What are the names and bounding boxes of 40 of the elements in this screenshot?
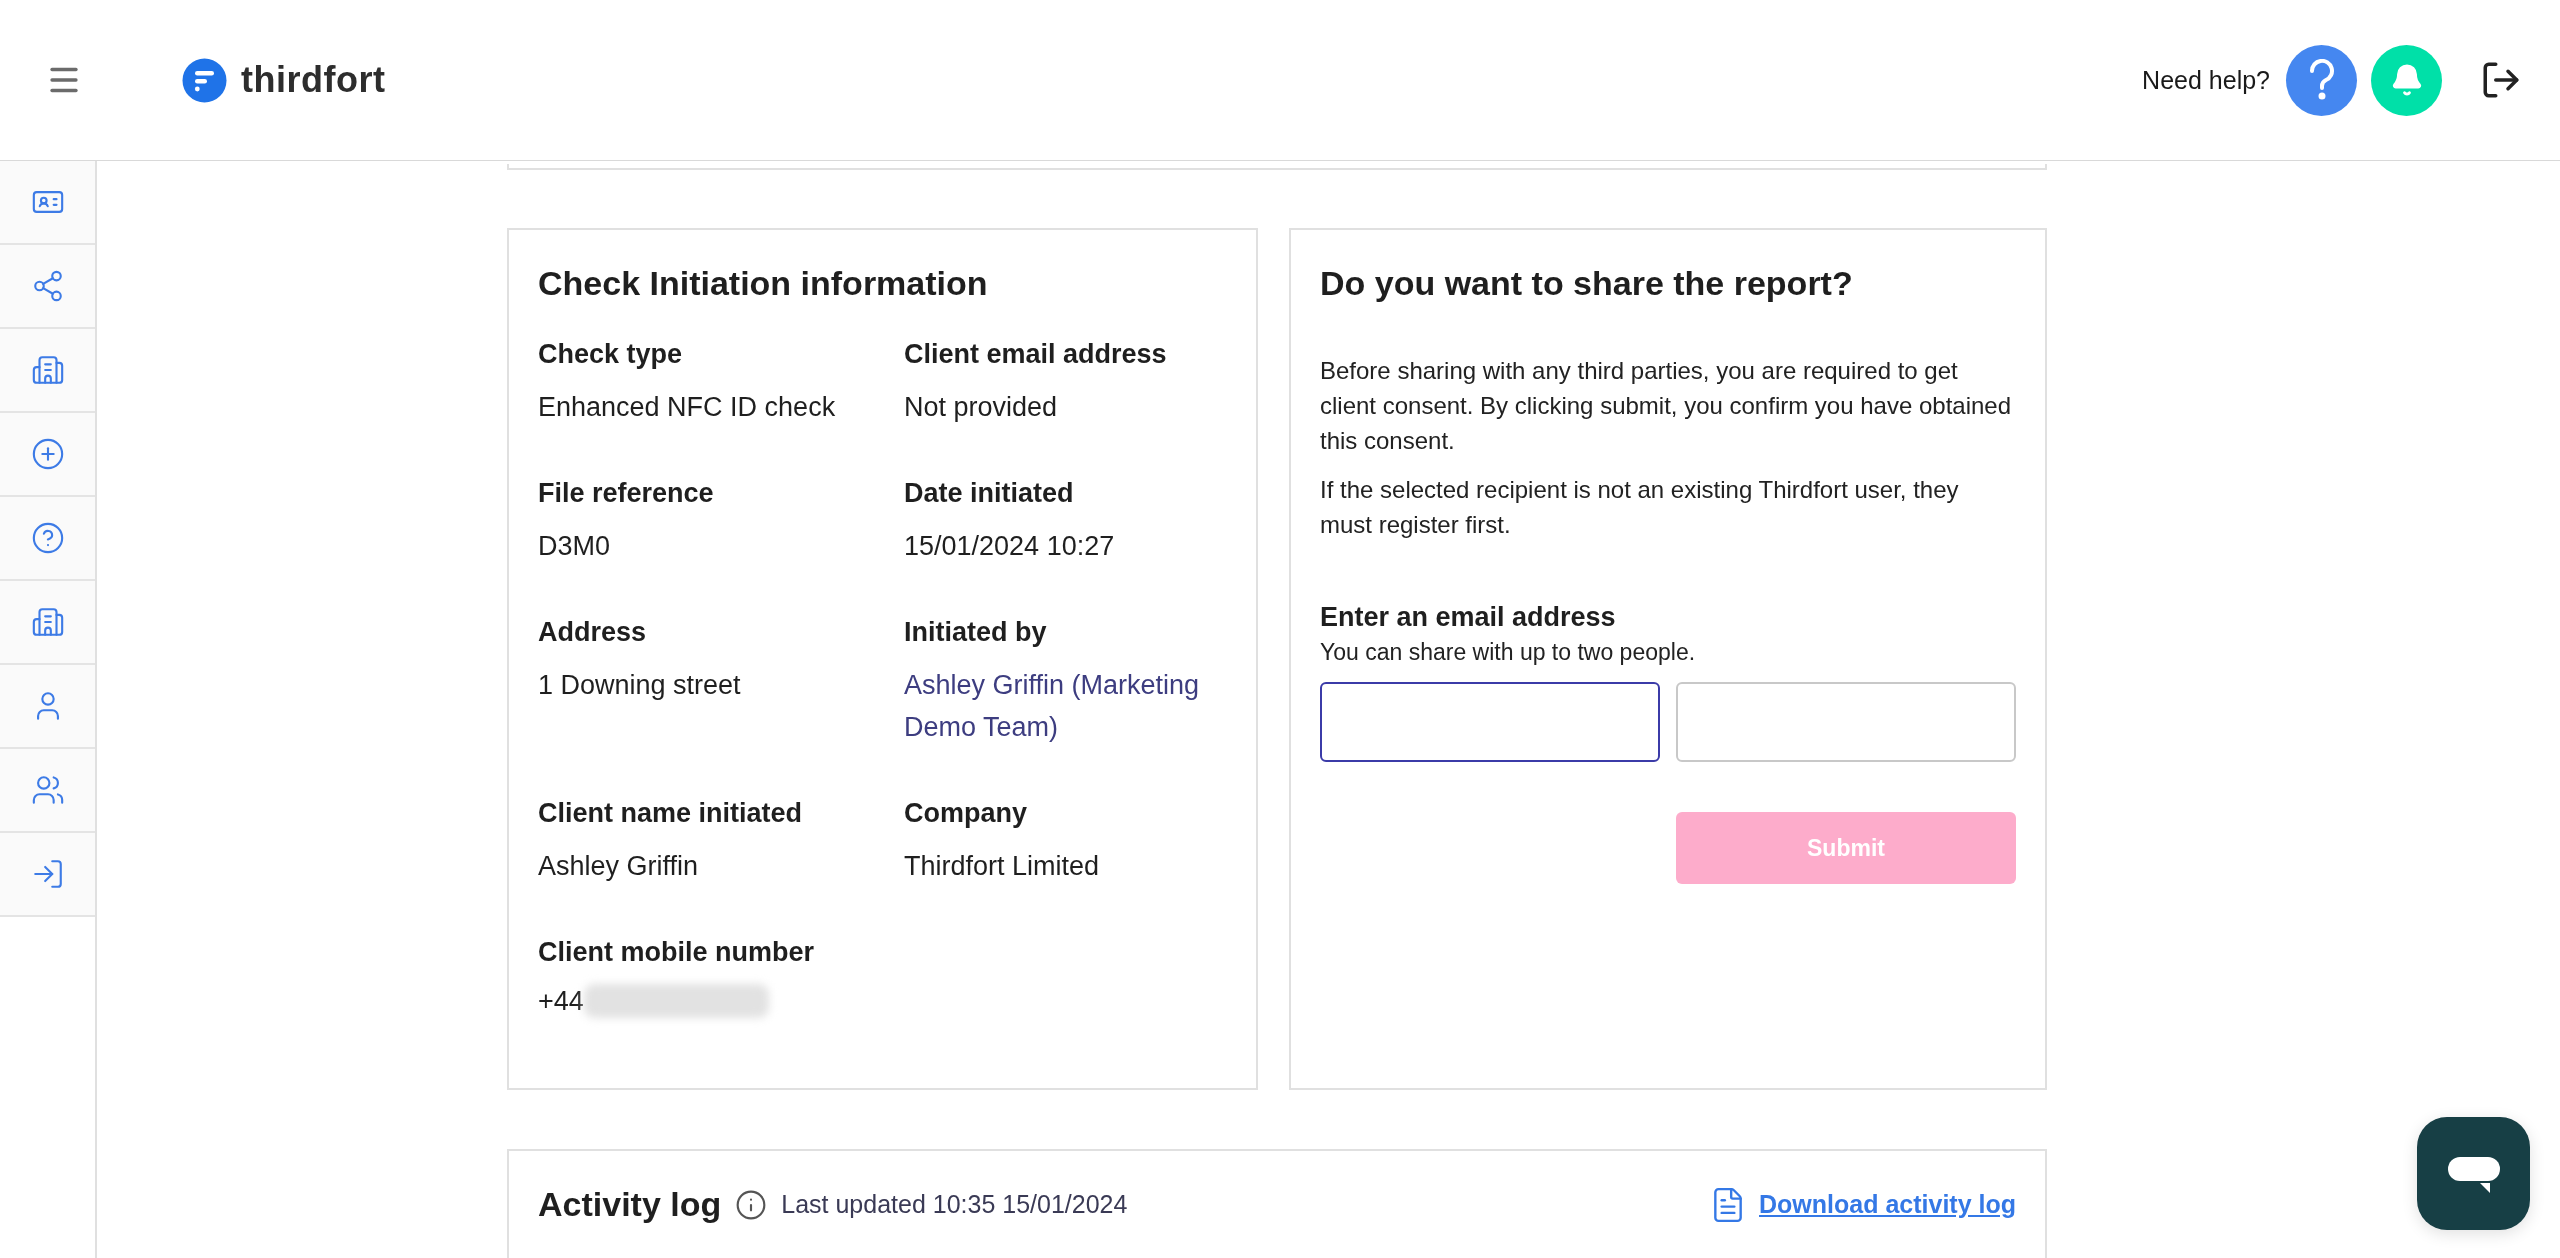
field-value: Not provided bbox=[904, 391, 1059, 424]
sign-in-icon[interactable] bbox=[0, 833, 95, 917]
download-link[interactable]: Download activity log bbox=[1709, 1185, 2016, 1224]
field-value: +44 bbox=[538, 985, 584, 1018]
consent-text: If the selected recipient is not an existing Thirdfort user, they must register first. bbox=[1320, 475, 1960, 540]
field-value: Thirdfort Limited bbox=[904, 850, 1101, 883]
field-label: Address bbox=[538, 617, 648, 648]
info-icon[interactable] bbox=[735, 1188, 768, 1221]
field-label: Client mobile number bbox=[538, 937, 816, 968]
chat-button[interactable] bbox=[2417, 1117, 2530, 1230]
field-label: Client name initiated bbox=[538, 798, 804, 829]
field-label: Date initiated bbox=[904, 478, 1075, 509]
field-value: 15/01/2024 10:27 bbox=[904, 530, 1116, 563]
field-value: Enhanced NFC ID check bbox=[538, 391, 837, 424]
field-label: Client email address bbox=[904, 339, 1168, 370]
email-field[interactable] bbox=[1320, 682, 1660, 762]
logo-icon bbox=[182, 57, 227, 103]
field-label: Initiated by bbox=[904, 617, 1048, 648]
last-updated-text: Last updated 10:35 15/01/2024 bbox=[781, 1190, 1128, 1219]
field-label: Company bbox=[904, 798, 1029, 829]
field-label: File reference bbox=[538, 478, 715, 509]
field-value: D3M0 bbox=[538, 530, 612, 563]
buildings-icon[interactable] bbox=[0, 329, 95, 413]
help-icon[interactable] bbox=[0, 497, 95, 581]
field-label: Check type bbox=[538, 339, 684, 370]
building-icon[interactable] bbox=[0, 581, 95, 665]
brand-name: thirdfort bbox=[241, 59, 386, 101]
help-label: Need help? bbox=[2142, 65, 2270, 95]
consent-text: Before sharing with any third parties, you are required to get client consent. By clicking submit, you confirm you have obtained this consent. bbox=[1320, 356, 2013, 456]
users-icon[interactable] bbox=[0, 749, 95, 833]
email-hint: You can share with up to two people. bbox=[1320, 639, 1697, 666]
field-value: Ashley Griffin bbox=[538, 850, 700, 883]
field-value: 1 Downing street bbox=[538, 669, 742, 702]
card-title: Check Initiation information bbox=[538, 264, 989, 303]
initiator-link[interactable]: Ashley Griffin (Marketing Demo Team) bbox=[904, 664, 1227, 748]
share-icon[interactable] bbox=[0, 245, 95, 329]
email-label: Enter an email address bbox=[1320, 602, 1617, 633]
id-card-icon[interactable] bbox=[0, 161, 95, 245]
card-title: Activity log bbox=[538, 1185, 722, 1224]
card-title: Do you want to share the report? bbox=[1320, 264, 1854, 303]
